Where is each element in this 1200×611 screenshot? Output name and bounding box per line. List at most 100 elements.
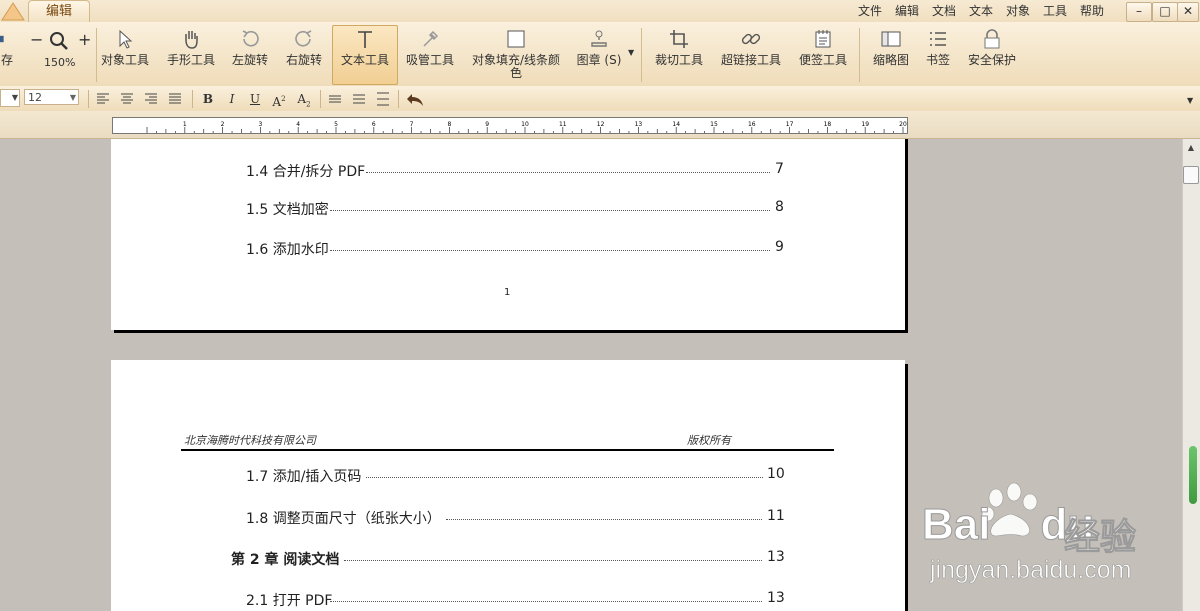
zoom-out-button[interactable]: −	[30, 30, 43, 49]
line-spacing-3-icon[interactable]	[376, 92, 390, 106]
maximize-button[interactable]: □	[1152, 2, 1178, 22]
page-header-copyright: 版权所有	[687, 434, 731, 447]
align-right-icon[interactable]	[144, 92, 158, 106]
bold-icon[interactable]: B	[199, 90, 217, 108]
zoom-level[interactable]: 150%	[44, 56, 75, 69]
crop-icon	[670, 30, 688, 48]
tab-edit[interactable]: 编辑	[28, 0, 90, 23]
toc-entry[interactable]: 1.7 添加/插入页码	[246, 466, 361, 486]
ruler-number: 11	[559, 121, 567, 128]
vertical-scrollbar[interactable]	[1182, 139, 1200, 611]
header-rule	[181, 449, 834, 451]
subscript-icon[interactable]: A2	[295, 90, 313, 108]
menu-help[interactable]: 帮助	[1080, 2, 1104, 19]
crop-tool-button[interactable]: 裁切工具	[652, 26, 706, 84]
ruler-number: 13	[635, 121, 643, 128]
thumbnail-icon	[881, 31, 901, 47]
align-center-icon[interactable]	[120, 92, 134, 106]
menu-document[interactable]: 文档	[932, 2, 956, 19]
thumbnail-button[interactable]: 缩略图	[868, 26, 914, 84]
sticky-note-tool-button[interactable]: 便签工具	[796, 26, 850, 84]
app-logo-icon	[1, 2, 25, 21]
hand-tool-button[interactable]: 手形工具	[164, 26, 218, 84]
justify-icon[interactable]	[168, 92, 182, 106]
ruler-number: 15	[710, 121, 718, 128]
ruler-number: 12	[597, 121, 605, 128]
menu-object[interactable]: 对象	[1006, 2, 1030, 19]
toc-leader	[446, 519, 762, 520]
object-tool-button[interactable]: 对象工具	[98, 26, 152, 84]
scroll-up-arrow[interactable]: ▲	[1185, 142, 1197, 154]
stamp-tool-button[interactable]: 图章 (S)	[574, 26, 624, 84]
rotate-left-button[interactable]: 左旋转	[228, 26, 272, 84]
zoom-in-button[interactable]: +	[78, 30, 91, 49]
ruler-number: 20	[899, 121, 907, 128]
ruler-number: 1	[183, 121, 187, 128]
rotate-right-button[interactable]: 右旋转	[282, 26, 326, 84]
stamp-dropdown-arrow[interactable]: ▼	[628, 48, 634, 57]
menu-file[interactable]: 文件	[858, 2, 882, 19]
ruler-number: 7	[410, 121, 414, 128]
menu-text[interactable]: 文本	[969, 2, 993, 19]
minimize-button[interactable]: –	[1126, 2, 1152, 22]
text-tool-button[interactable]: 文本工具	[334, 26, 396, 84]
ruler-number: 19	[861, 121, 869, 128]
toc-page-number: 13	[767, 549, 785, 565]
superscript-icon[interactable]: A2	[270, 90, 288, 109]
font-size-select[interactable]: 12 ▼	[24, 89, 79, 105]
fill-stroke-color-button[interactable]: 对象填充/线条颜色	[466, 26, 566, 84]
ruler-number: 6	[372, 121, 376, 128]
line-spacing-1-icon[interactable]	[328, 92, 342, 106]
hyperlink-tool-button[interactable]: 超链接工具	[718, 26, 784, 84]
toc-leader	[330, 601, 762, 602]
toc-entry[interactable]: 1.5 文档加密	[246, 199, 329, 219]
toolbar-overflow-arrow[interactable]: ▼	[1187, 96, 1193, 105]
font-name-select[interactable]: ▼	[0, 89, 20, 107]
divider	[320, 90, 321, 108]
toc-page-number: 9	[775, 239, 784, 255]
undo-icon[interactable]	[405, 91, 425, 107]
menu-tools[interactable]: 工具	[1043, 2, 1067, 19]
ruler-number: 16	[748, 121, 756, 128]
italic-icon[interactable]: I	[223, 90, 241, 108]
page-header-company: 北京海腾时代科技有限公司	[184, 434, 316, 447]
toc-leader	[330, 210, 770, 211]
toc-page-number: 13	[767, 590, 785, 606]
eyedropper-tool-button[interactable]: 吸管工具	[402, 26, 458, 84]
page-footer-number: 1	[504, 287, 511, 298]
scrollbar-thumb[interactable]	[1183, 166, 1199, 184]
close-button[interactable]: ✕	[1177, 2, 1199, 22]
save-button[interactable]: 存	[0, 26, 14, 84]
toc-entry[interactable]: 1.6 添加水印	[246, 239, 329, 259]
bookmark-button[interactable]: 书签	[922, 26, 954, 84]
divider	[859, 28, 860, 82]
page-shadow	[905, 139, 908, 333]
divider	[192, 90, 193, 108]
ruler-number: 2	[221, 121, 225, 128]
align-left-icon[interactable]	[96, 92, 110, 106]
note-icon	[815, 30, 831, 48]
rotate-right-icon	[295, 30, 312, 47]
divider	[88, 90, 89, 108]
underline-icon[interactable]: U	[246, 90, 264, 108]
menu-edit[interactable]: 编辑	[895, 2, 919, 19]
ruler-number: 14	[672, 121, 680, 128]
toc-entry[interactable]: 1.8 调整页面尺寸（纸张大小）	[246, 508, 441, 528]
color-swatch-icon	[507, 30, 525, 48]
watermark-cn: 经验	[1063, 517, 1137, 559]
divider	[641, 28, 642, 82]
ruler-number: 18	[824, 121, 832, 128]
toc-entry[interactable]: 2.1 打开 PDF	[246, 590, 332, 610]
toc-entry[interactable]: 1.4 合并/拆分 PDF	[246, 161, 784, 181]
divider	[96, 28, 97, 82]
line-spacing-2-icon[interactable]	[352, 92, 366, 106]
page-2	[111, 360, 905, 611]
cursor-icon	[119, 29, 133, 49]
toc-chapter-entry[interactable]: 第 2 章 阅读文档	[231, 549, 339, 569]
side-progress-indicator	[1189, 446, 1197, 504]
save-icon	[0, 35, 4, 43]
security-button[interactable]: 安全保护	[964, 26, 1020, 84]
divider	[398, 90, 399, 108]
bookmark-list-icon	[930, 32, 946, 46]
toc-page-number: 8	[775, 199, 784, 215]
